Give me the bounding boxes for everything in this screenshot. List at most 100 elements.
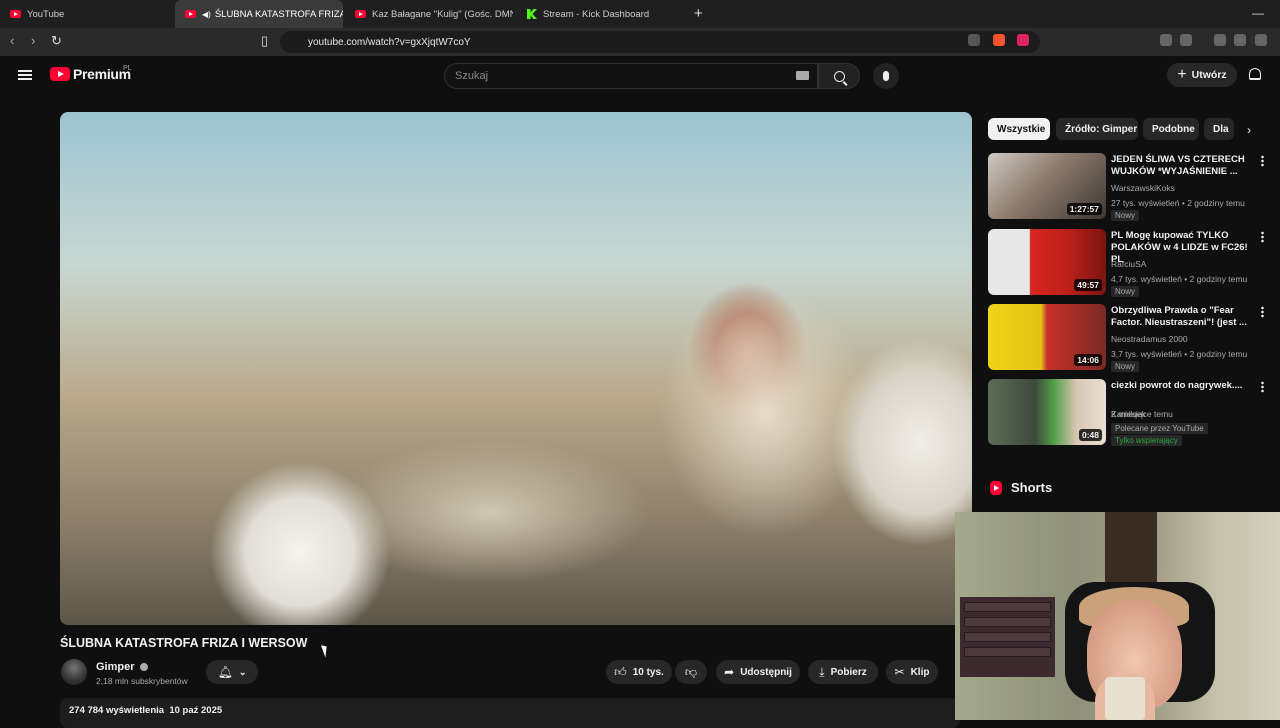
- dislike-button[interactable]: 👎︎: [675, 660, 707, 684]
- mouse-cursor-icon: [320, 643, 331, 658]
- more-options-icon[interactable]: [1261, 381, 1264, 393]
- sidebar-icon[interactable]: [1234, 34, 1246, 46]
- extensions-icon[interactable]: [1160, 34, 1172, 46]
- video-title: ŚLUBNA KATASTROFA FRIZA I WERSOW: [60, 636, 308, 650]
- wallet-icon[interactable]: [1255, 34, 1267, 46]
- recommendation-item[interactable]: 49:57 PL Mogę kupować TYLKO POLAKÓW w 4 …: [988, 229, 1270, 297]
- video-thumbnail[interactable]: 1:27:57: [988, 153, 1106, 219]
- recommended-badge: Polecane przez YouTube: [1111, 423, 1208, 434]
- chip-related[interactable]: Podobne: [1143, 118, 1199, 140]
- tab-kaz-balagane[interactable]: Kaz Bałagane "Kulig" (Gośc. DMN)@: [345, 0, 513, 28]
- chip-for-you[interactable]: Dla: [1204, 118, 1234, 140]
- forward-icon[interactable]: ›: [31, 33, 35, 48]
- duration-badge: 49:57: [1074, 279, 1102, 291]
- tab-current-video[interactable]: ◀) ŚLUBNA KATASTROFA FRIZA I ×: [175, 0, 343, 28]
- recommendation-meta: 3,7 tys. wyświetleń • 2 godziny temu: [1111, 349, 1248, 359]
- keyboard-icon[interactable]: [796, 71, 809, 80]
- search-placeholder: Szukaj: [455, 70, 489, 82]
- share-icon: ➦: [724, 665, 735, 679]
- subscriber-count: 2,18 mln subskrybentów: [96, 676, 188, 686]
- tab-kick-dashboard[interactable]: Stream - Kick Dashboard: [517, 0, 687, 28]
- new-badge: Nowy: [1111, 210, 1140, 221]
- duration-badge: 14:06: [1074, 354, 1102, 366]
- video-thumbnail[interactable]: 49:57: [988, 229, 1106, 295]
- menu-icon[interactable]: [18, 70, 32, 80]
- recommendation-item[interactable]: 1:27:57 JEDEN ŚLIWA VS CZTERECH WUJKÓW *…: [988, 153, 1270, 221]
- recommendation-channel[interactable]: WarszawskiKoks: [1111, 183, 1175, 193]
- plus-icon: +: [1177, 66, 1187, 83]
- search-button[interactable]: [818, 63, 860, 89]
- cast-icon[interactable]: [968, 34, 980, 46]
- youtube-icon: [185, 10, 196, 18]
- minimize-button[interactable]: —: [1252, 6, 1264, 20]
- tab-title: ŚLUBNA KATASTROFA FRIZA I: [214, 8, 343, 20]
- tab-title: Stream - Kick Dashboard: [543, 8, 650, 20]
- more-options-icon[interactable]: [1261, 306, 1264, 318]
- verified-icon: [139, 663, 148, 671]
- bookmark-icon[interactable]: ▯: [261, 33, 268, 49]
- new-tab-button[interactable]: +: [694, 5, 703, 22]
- bell-icon: 🔔︎: [217, 665, 233, 679]
- recommendation-meta: 27 tys. wyświetleń • 2 godziny temu: [1111, 198, 1245, 208]
- duration-badge: 0:48: [1078, 429, 1102, 441]
- search-icon: [833, 70, 845, 82]
- youtube-icon: [50, 67, 70, 81]
- recommendation-channel[interactable]: Neostradamus 2000: [1111, 334, 1188, 344]
- notifications-icon[interactable]: [1249, 68, 1261, 80]
- kick-icon: [527, 9, 537, 19]
- tab-title: YouTube: [27, 8, 65, 20]
- media-icon[interactable]: [1214, 34, 1226, 46]
- new-badge: Nowy: [1111, 286, 1140, 297]
- chevron-right-icon[interactable]: ›: [1247, 123, 1251, 137]
- download-icon: ⤓: [819, 664, 825, 679]
- recommendation-item[interactable]: 0:48 ciezki powrot do nagrywek.... Kamil…: [988, 379, 1270, 447]
- channel-name[interactable]: Gimper: [96, 661, 148, 673]
- search-input[interactable]: Szukaj: [444, 63, 818, 89]
- members-only-badge: Tylko wspierający: [1111, 435, 1182, 446]
- voice-search-button[interactable]: [873, 63, 899, 89]
- recommendation-item[interactable]: 14:06 Obrzydliwa Prawda o "Fear Factor. …: [988, 304, 1270, 372]
- brave-shield-icon[interactable]: [993, 34, 1005, 46]
- chip-from-channel[interactable]: Źródło: Gimper: [1056, 118, 1138, 140]
- video-thumbnail[interactable]: 14:06: [988, 304, 1106, 370]
- download-button[interactable]: ⤓ Pobierz: [808, 660, 878, 684]
- shorts-icon: [990, 480, 1002, 495]
- recommendation-meta: 4,7 tys. wyświetleń • 2 godziny temu: [1111, 274, 1248, 284]
- url-text: youtube.com/watch?v=gxXjqtW7coY: [308, 36, 471, 48]
- more-options-icon[interactable]: [1261, 155, 1264, 167]
- recommendation-title[interactable]: Obrzydliwa Prawda o "Fear Factor. Nieust…: [1111, 305, 1256, 329]
- logo-region: PL: [123, 65, 132, 72]
- share-button[interactable]: ➦ Udostępnij: [716, 660, 800, 684]
- chevron-down-icon: ⌄: [238, 666, 247, 677]
- reload-icon[interactable]: ↻: [51, 33, 62, 49]
- video-player[interactable]: [60, 112, 972, 625]
- video-thumbnail[interactable]: 0:48: [988, 379, 1106, 445]
- views-and-date: 274 784 wyświetlenia 10 paź 2025: [69, 705, 223, 716]
- create-label: Utwórz: [1191, 69, 1227, 81]
- channel-avatar[interactable]: [61, 659, 87, 685]
- like-button[interactable]: 👍︎ 10 tys.: [606, 660, 672, 684]
- microphone-icon: [883, 71, 889, 81]
- subscription-bell-button[interactable]: 🔔︎ ⌄: [206, 660, 258, 684]
- shorts-label: Shorts: [1011, 480, 1053, 495]
- tab-title: Kaz Bałagane "Kulig" (Gośc. DMN)@: [372, 8, 513, 20]
- recommendation-channel[interactable]: RafciuSA: [1111, 259, 1146, 269]
- url-field[interactable]: youtube.com/watch?v=gxXjqtW7coY: [280, 31, 1040, 53]
- clip-button[interactable]: ✂ Klip: [886, 660, 938, 684]
- download-label: Pobierz: [830, 666, 867, 678]
- rewards-icon[interactable]: [1017, 34, 1029, 46]
- more-options-icon[interactable]: [1261, 231, 1264, 243]
- youtube-premium-logo[interactable]: Premium PL: [50, 65, 132, 82]
- create-button[interactable]: + Utwórz: [1167, 63, 1237, 87]
- tab-youtube[interactable]: YouTube: [0, 0, 170, 28]
- chip-all[interactable]: Wszystkie: [988, 118, 1050, 140]
- thumbs-up-icon: 👍︎: [614, 664, 627, 679]
- back-icon[interactable]: ‹: [10, 33, 14, 48]
- description-box[interactable]: 274 784 wyświetlenia 10 paź 2025: [60, 698, 960, 728]
- recommendation-title[interactable]: JEDEN ŚLIWA VS CZTERECH WUJKÓW *WYJAŚNIE…: [1111, 154, 1256, 178]
- recommendation-title[interactable]: ciezki powrot do nagrywek....: [1111, 380, 1256, 392]
- members-only-label: Tylko wspierający: [1115, 436, 1178, 445]
- recommendation-meta: 2 miesiące temu: [1111, 409, 1173, 419]
- shorts-header: Shorts: [990, 480, 1052, 495]
- screenshot-icon[interactable]: [1180, 34, 1192, 46]
